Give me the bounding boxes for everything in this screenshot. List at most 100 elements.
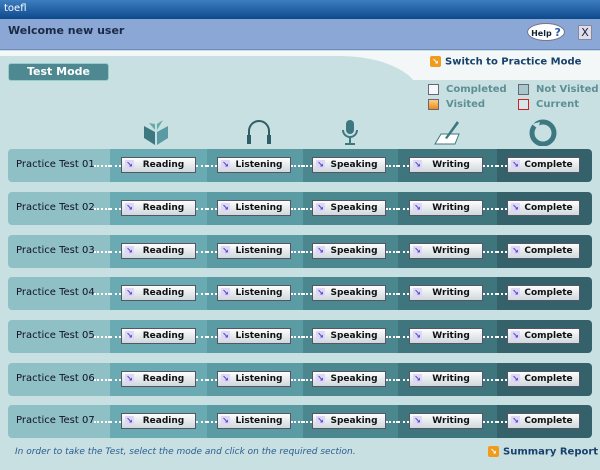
section-cell: ↘ Writing bbox=[398, 320, 497, 353]
connector-dots bbox=[303, 208, 312, 210]
reading-button[interactable]: ↘ Reading bbox=[121, 157, 196, 173]
close-button[interactable]: X bbox=[578, 25, 592, 40]
speaking-button[interactable]: ↘ Speaking bbox=[312, 285, 386, 301]
arrow-icon: ↘ bbox=[511, 374, 520, 383]
complete-button[interactable]: ↘ Complete bbox=[507, 285, 580, 301]
writing-button[interactable]: ↘ Writing bbox=[409, 285, 483, 301]
row-label-cell: Practice Test 05 bbox=[8, 320, 110, 353]
section-cell: ↘ Complete bbox=[497, 192, 592, 225]
visited-swatch bbox=[428, 99, 439, 110]
section-label: Listening bbox=[235, 374, 283, 384]
complete-button[interactable]: ↘ Complete bbox=[507, 200, 580, 216]
complete-button[interactable]: ↘ Complete bbox=[507, 413, 580, 429]
section-label: Listening bbox=[235, 288, 283, 298]
test-name: Practice Test 05 bbox=[16, 330, 95, 341]
listening-button[interactable]: ↘ Listening bbox=[217, 157, 291, 173]
connector-dots bbox=[497, 208, 507, 210]
reading-button[interactable]: ↘ Reading bbox=[121, 413, 196, 429]
complete-button[interactable]: ↘ Complete bbox=[507, 371, 580, 387]
connector-dots bbox=[398, 208, 409, 210]
arrow-icon: ↘ bbox=[511, 203, 520, 212]
arrow-icon: ↘ bbox=[125, 288, 134, 297]
connector-dots bbox=[196, 293, 207, 295]
listening-button[interactable]: ↘ Listening bbox=[217, 413, 291, 429]
section-cell: ↘ Reading bbox=[110, 363, 207, 396]
row-label-cell: Practice Test 03 bbox=[8, 235, 110, 268]
section-cell: ↘ Reading bbox=[110, 149, 207, 182]
writing-button[interactable]: ↘ Writing bbox=[409, 243, 483, 259]
complete-button[interactable]: ↘ Complete bbox=[507, 157, 580, 173]
arrow-icon: ↘ bbox=[413, 331, 422, 340]
connector-dots bbox=[207, 421, 217, 423]
connector-dots bbox=[291, 293, 303, 295]
connector-dots bbox=[483, 165, 497, 167]
connector-dots bbox=[303, 165, 312, 167]
writing-button[interactable]: ↘ Writing bbox=[409, 200, 483, 216]
connector-dots bbox=[398, 379, 409, 381]
section-cell: ↘ Reading bbox=[110, 192, 207, 225]
connector-dots bbox=[291, 379, 303, 381]
complete-button[interactable]: ↘ Complete bbox=[507, 328, 580, 344]
section-cell: ↘ Speaking bbox=[303, 149, 398, 182]
reading-button[interactable]: ↘ Reading bbox=[121, 285, 196, 301]
section-cell: ↘ Complete bbox=[497, 405, 592, 438]
speaking-button[interactable]: ↘ Speaking bbox=[312, 371, 386, 387]
section-label: Speaking bbox=[330, 416, 378, 426]
arrow-icon: ↘ bbox=[125, 331, 134, 340]
listening-button[interactable]: ↘ Listening bbox=[217, 200, 291, 216]
arrow-icon: ↘ bbox=[125, 203, 134, 212]
section-cell: ↘ Reading bbox=[110, 277, 207, 310]
writing-button[interactable]: ↘ Writing bbox=[409, 328, 483, 344]
arrow-icon: ↘ bbox=[488, 446, 499, 457]
section-cell: ↘ Speaking bbox=[303, 235, 398, 268]
writing-button[interactable]: ↘ Writing bbox=[409, 371, 483, 387]
connector-dots bbox=[291, 165, 303, 167]
section-cell: ↘ Listening bbox=[207, 235, 303, 268]
connector-dots bbox=[207, 293, 217, 295]
practice-test-row: Practice Test 03 ↘ Reading ↘ Listening ↘ Speak… bbox=[8, 235, 592, 268]
section-label: Complete bbox=[524, 288, 573, 298]
speaking-button[interactable]: ↘ Speaking bbox=[312, 157, 386, 173]
header: Welcome new user Help ? X bbox=[0, 19, 600, 50]
listening-button[interactable]: ↘ Listening bbox=[217, 285, 291, 301]
arrow-icon: ↘ bbox=[413, 246, 422, 255]
connector-dots bbox=[386, 251, 398, 253]
row-label-cell: Practice Test 07 bbox=[8, 405, 110, 438]
reading-button[interactable]: ↘ Reading bbox=[121, 328, 196, 344]
reading-button[interactable]: ↘ Reading bbox=[121, 200, 196, 216]
arrow-icon: ↘ bbox=[221, 331, 230, 340]
connector-dots bbox=[303, 293, 312, 295]
arrow-icon: ↘ bbox=[413, 160, 422, 169]
writing-button[interactable]: ↘ Writing bbox=[409, 413, 483, 429]
listening-button[interactable]: ↘ Listening bbox=[217, 371, 291, 387]
connector-dots bbox=[94, 379, 110, 381]
speaking-button[interactable]: ↘ Speaking bbox=[312, 243, 386, 259]
switch-practice-mode-link[interactable]: ↘ Switch to Practice Mode bbox=[430, 56, 581, 68]
arrow-icon: ↘ bbox=[316, 416, 325, 425]
connector-dots bbox=[94, 251, 110, 253]
listening-button[interactable]: ↘ Listening bbox=[217, 328, 291, 344]
reading-button[interactable]: ↘ Reading bbox=[121, 243, 196, 259]
section-label: Reading bbox=[142, 288, 185, 298]
reading-button[interactable]: ↘ Reading bbox=[121, 371, 196, 387]
connector-dots bbox=[386, 336, 398, 338]
section-label: Complete bbox=[524, 160, 573, 170]
writing-button[interactable]: ↘ Writing bbox=[409, 157, 483, 173]
speaking-button[interactable]: ↘ Speaking bbox=[312, 413, 386, 429]
speaking-button[interactable]: ↘ Speaking bbox=[312, 200, 386, 216]
current-swatch bbox=[518, 99, 529, 110]
speaking-button[interactable]: ↘ Speaking bbox=[312, 328, 386, 344]
complete-button[interactable]: ↘ Complete bbox=[507, 243, 580, 259]
connector-dots bbox=[386, 208, 398, 210]
help-button[interactable]: Help ? bbox=[527, 23, 565, 41]
arrow-icon: ↘ bbox=[413, 288, 422, 297]
summary-report-link[interactable]: ↘ Summary Report bbox=[488, 446, 598, 458]
listening-button[interactable]: ↘ Listening bbox=[217, 243, 291, 259]
row-label-cell: Practice Test 02 bbox=[8, 192, 110, 225]
section-cell: ↘ Speaking bbox=[303, 320, 398, 353]
section-cell: ↘ Reading bbox=[110, 320, 207, 353]
section-label: Complete bbox=[524, 203, 573, 213]
section-cell: ↘ Listening bbox=[207, 405, 303, 438]
not-visited-swatch bbox=[518, 84, 529, 95]
section-label: Reading bbox=[142, 374, 185, 384]
